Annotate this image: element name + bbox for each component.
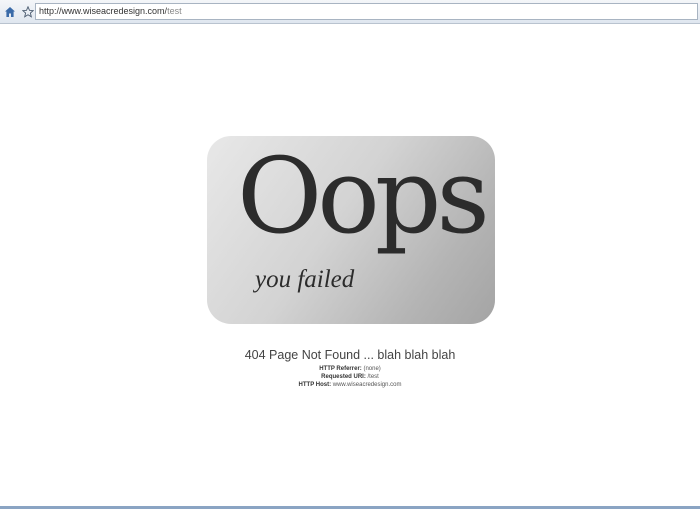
you-failed-subline: you failed — [255, 266, 355, 293]
home-icon[interactable] — [2, 4, 18, 20]
address-bar[interactable]: http://www.wiseacredesign.com/test — [35, 3, 698, 20]
oops-headline: Oops — [237, 136, 490, 257]
http-host-label: HTTP Host: — [298, 382, 332, 388]
http-referrer-value: (none) — [363, 366, 381, 372]
requested-uri-line: Requested URI: /test — [0, 374, 700, 380]
requested-uri-label: Requested URI: — [321, 374, 366, 380]
http-host-line: HTTP Host: www.wiseacredesign.com — [0, 382, 700, 388]
http-referrer-label: HTTP Referrer: — [319, 366, 362, 372]
error-title: 404 Page Not Found ... blah blah blah — [244, 348, 456, 362]
requested-uri-value: /test — [367, 374, 379, 380]
http-referrer-line: HTTP Referrer: (none) — [0, 366, 700, 372]
url-path: test — [167, 6, 182, 16]
browser-toolbar: http://www.wiseacredesign.com/test — [0, 0, 700, 24]
oops-card: Oops you failed — [207, 136, 495, 324]
http-host-value: www.wiseacredesign.com — [332, 382, 402, 388]
star-icon[interactable] — [20, 4, 36, 20]
url-host: http://www.wiseacredesign.com/ — [39, 6, 168, 16]
